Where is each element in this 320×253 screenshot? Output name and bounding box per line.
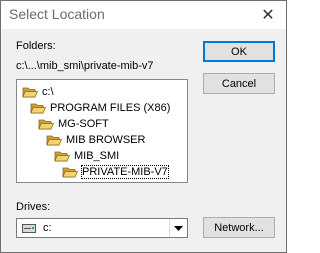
- title-bar: Select Location ✕: [1, 1, 286, 29]
- folder-label: MIB BROWSER: [66, 134, 146, 146]
- folder-label: PRIVATE-MIB-V7: [81, 165, 169, 179]
- folder-label: MG-SOFT: [58, 118, 109, 130]
- current-path: c:\...\mib_smi\private-mib-v7: [16, 60, 154, 72]
- ok-button[interactable]: OK: [203, 41, 275, 62]
- drives-dropdown[interactable]: c:: [16, 218, 188, 238]
- open-folder-icon: [22, 85, 39, 99]
- folder-label: PROGRAM FILES (X86): [50, 102, 171, 114]
- folders-label: Folders:: [16, 40, 56, 52]
- open-folder-icon: [38, 117, 55, 131]
- folder-tree-item[interactable]: MG-SOFT: [38, 116, 109, 132]
- open-folder-icon: [54, 149, 71, 163]
- folder-tree-item[interactable]: PRIVATE-MIB-V7: [62, 164, 169, 180]
- select-location-dialog: Select Location ✕ Folders: c:\...\mib_sm…: [0, 0, 287, 253]
- network-button[interactable]: Network...: [203, 217, 275, 238]
- folder-label: MIB_SMI: [74, 150, 120, 162]
- folder-tree[interactable]: c:\ PROGRAM FILES (X86) MG-SOFT MIB BROWSER…: [16, 79, 188, 183]
- cancel-button[interactable]: Cancel: [203, 73, 275, 94]
- folder-tree-item[interactable]: c:\: [22, 84, 54, 100]
- folder-tree-item[interactable]: PROGRAM FILES (X86): [30, 100, 170, 116]
- folder-label: c:\: [42, 86, 54, 98]
- chevron-down-icon[interactable]: [169, 219, 187, 237]
- folder-tree-item[interactable]: MIB BROWSER: [46, 132, 145, 148]
- drives-value: c:: [43, 222, 52, 234]
- dialog-title: Select Location: [9, 6, 105, 22]
- open-folder-icon: [46, 133, 63, 147]
- drives-label: Drives:: [16, 201, 51, 213]
- open-folder-icon: [62, 165, 79, 179]
- close-icon[interactable]: ✕: [250, 1, 286, 29]
- open-folder-icon: [30, 101, 47, 115]
- folder-tree-item[interactable]: MIB_SMI: [54, 148, 119, 164]
- drive-icon: [22, 224, 36, 236]
